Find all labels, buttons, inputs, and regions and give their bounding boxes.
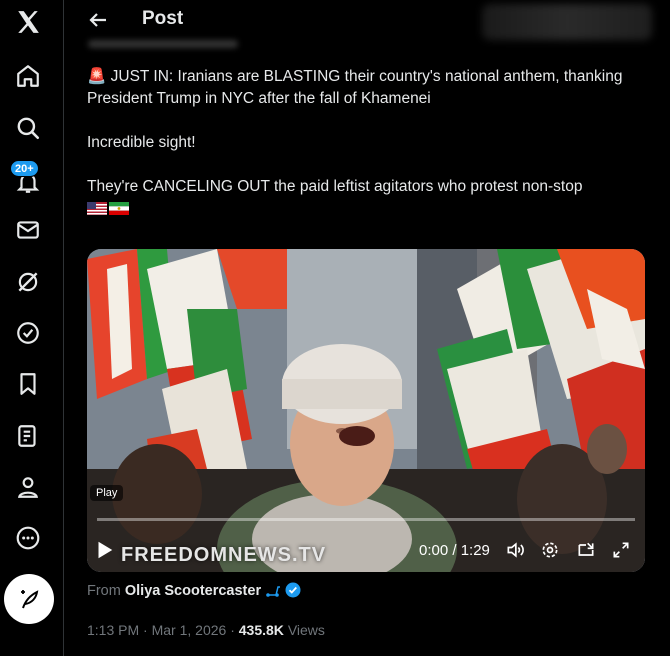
us-flag-icon: [87, 202, 107, 216]
home-icon[interactable]: [12, 60, 44, 92]
compose-post-button[interactable]: [4, 574, 54, 624]
source-account-link[interactable]: Oliya Scootercaster: [125, 583, 261, 599]
iran-flag-icon: [109, 202, 129, 216]
video-watermark: FREEDOMNEWS.TV: [121, 544, 327, 566]
picture-in-picture-icon[interactable]: [576, 540, 596, 560]
bookmarks-icon[interactable]: [12, 368, 44, 400]
page-title: Post: [142, 8, 184, 29]
verified-badge-icon: [285, 582, 301, 598]
video-progress-bar[interactable]: [97, 518, 635, 521]
video-time: 0:00 / 1:29: [419, 542, 490, 559]
post-line-1: 🚨 JUST IN: Iranians are BLASTING their c…: [87, 68, 623, 107]
post-line-2: Incredible sight!: [87, 134, 196, 151]
play-icon[interactable]: [93, 539, 115, 561]
blurred-author-line: [88, 40, 238, 48]
video-player[interactable]: Play FREEDOMNEWS.TV 0:00 / 1:29: [87, 249, 645, 572]
fullscreen-icon[interactable]: [611, 540, 631, 560]
verified-icon[interactable]: [12, 317, 44, 349]
settings-gear-icon[interactable]: [540, 540, 560, 560]
post-header: Post: [72, 0, 662, 40]
feather-icon: [21, 590, 39, 609]
lists-icon[interactable]: [12, 420, 44, 452]
video-frame-image: [87, 249, 645, 572]
post-time[interactable]: 1:13 PM: [87, 622, 139, 638]
profile-icon[interactable]: [12, 471, 44, 503]
post-date[interactable]: Mar 1, 2026: [152, 622, 227, 638]
scooter-emoji-icon: [266, 586, 281, 597]
view-count: 435.8K: [238, 622, 284, 638]
sidebar: 20+: [0, 0, 64, 656]
play-label: Play: [90, 485, 124, 501]
blurred-region: [482, 4, 652, 40]
views-label: Views: [287, 622, 325, 638]
post-meta: 1:13 PM · Mar 1, 2026 · 435.8K Views: [87, 622, 325, 638]
volume-icon[interactable]: [505, 540, 525, 560]
messages-icon[interactable]: [12, 214, 44, 246]
back-arrow-icon[interactable]: [86, 8, 110, 32]
post-line-3: They're CANCELING OUT the paid leftist a…: [87, 176, 647, 220]
more-icon[interactable]: [12, 522, 44, 554]
post-text: 🚨 JUST IN: Iranians are BLASTING their c…: [87, 66, 647, 220]
video-source: From Oliya Scootercaster: [87, 582, 301, 599]
search-icon[interactable]: [12, 112, 44, 144]
x-logo-icon[interactable]: [12, 6, 44, 38]
notification-badge: 20+: [10, 160, 39, 177]
grok-icon[interactable]: [12, 266, 44, 298]
siren-emoji: 🚨: [87, 68, 107, 85]
